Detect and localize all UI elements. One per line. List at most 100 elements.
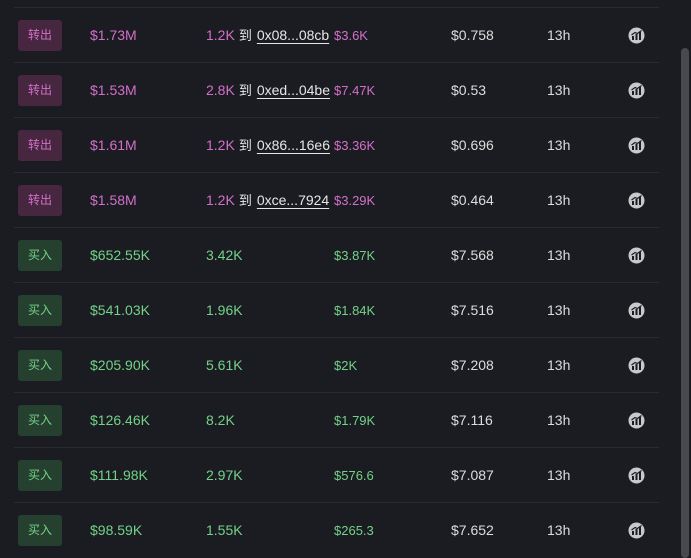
transfer-address-link[interactable]: 0x08...08cb xyxy=(257,27,329,43)
trade-row: 买入 $205.90K 5.61K $2K $7.208 13h xyxy=(14,337,659,392)
trade-amount-cell: 2.8K 到 0xed...04be xyxy=(206,63,330,118)
trade-time: 13h xyxy=(547,522,571,538)
trade-row: 转出 $1.73M 1.2K 到 0x08...08cb $3.6K $0.758 … xyxy=(14,7,659,62)
trade-amount: 1.2K xyxy=(206,27,235,43)
trade-price: $0.53 xyxy=(451,82,487,98)
trades-panel: 转出 $1.73M 1.2K 到 0x08...08cb $3.6K $0.758 … xyxy=(0,0,691,558)
trade-value: $7.47K xyxy=(334,83,376,98)
trade-time: 13h xyxy=(547,137,571,153)
trade-amount: 1.2K xyxy=(206,192,235,208)
transfer-address-link[interactable]: 0x86...16e6 xyxy=(257,137,330,153)
trade-time: 13h xyxy=(547,82,571,98)
trade-price: $0.758 xyxy=(451,27,494,43)
trade-value: $3.6K xyxy=(334,28,368,43)
chart-icon[interactable] xyxy=(628,467,645,484)
chart-icon[interactable] xyxy=(628,522,645,539)
trade-type-badge: 买入 xyxy=(18,350,62,381)
trade-type-badge: 转出 xyxy=(18,130,62,161)
trade-usd-total: $1.73M xyxy=(90,27,137,43)
chart-icon[interactable] xyxy=(628,357,645,374)
trade-row: 转出 $1.61M 1.2K 到 0x86...16e6 $3.36K $0.696… xyxy=(14,117,659,172)
trade-type-badge: 转出 xyxy=(18,75,62,106)
trade-usd-total: $652.55K xyxy=(90,247,150,263)
trade-value: $265.3 xyxy=(334,523,374,538)
transfer-to-label: 到 xyxy=(238,194,252,209)
transfer-address-link[interactable]: 0xed...04be xyxy=(257,82,330,98)
transfer-to-label: 到 xyxy=(238,29,252,44)
trade-amount: 3.42K xyxy=(206,247,243,263)
chart-icon[interactable] xyxy=(628,302,645,319)
trade-time: 13h xyxy=(547,302,571,318)
trade-usd-total: $98.59K xyxy=(90,522,143,538)
trade-row: 买入 $111.98K 2.97K $576.6 $7.087 13h xyxy=(14,447,659,502)
trade-type-badge: 买入 xyxy=(18,295,62,326)
trade-type-badge: 买入 xyxy=(18,240,62,271)
trade-row: 转出 $1.58M 1.2K 到 0xce...7924 $3.29K $0.464… xyxy=(14,172,659,227)
chart-icon[interactable] xyxy=(628,412,645,429)
trade-price: $7.652 xyxy=(451,522,494,538)
trade-amount-cell: 8.2K xyxy=(206,393,235,448)
trade-amount-cell: 2.97K xyxy=(206,448,243,503)
chart-icon[interactable] xyxy=(628,247,645,264)
trade-usd-total: $541.03K xyxy=(90,302,150,318)
trade-value: $2K xyxy=(334,358,358,373)
trade-row: 买入 $98.59K 1.55K $265.3 $7.652 13h xyxy=(14,502,659,557)
trade-value: $1.79K xyxy=(334,413,376,428)
trade-value: $1.84K xyxy=(334,303,376,318)
trade-value: $3.87K xyxy=(334,248,376,263)
chart-icon[interactable] xyxy=(628,27,645,44)
trade-price: $0.464 xyxy=(451,192,494,208)
trade-usd-total: $126.46K xyxy=(90,412,150,428)
trade-price: $7.516 xyxy=(451,302,494,318)
transfer-address-link[interactable]: 0xce...7924 xyxy=(257,192,329,208)
trade-amount: 5.61K xyxy=(206,357,243,373)
trade-usd-total: $1.53M xyxy=(90,82,137,98)
trade-amount: 1.96K xyxy=(206,302,243,318)
trade-price: $0.696 xyxy=(451,137,494,153)
trade-amount-cell: 1.2K 到 0x08...08cb xyxy=(206,8,329,63)
trade-time: 13h xyxy=(547,467,571,483)
trade-amount-cell: 1.55K xyxy=(206,503,243,558)
trade-usd-total: $1.61M xyxy=(90,137,137,153)
trade-usd-total: $1.58M xyxy=(90,192,137,208)
trade-type-badge: 买入 xyxy=(18,460,62,491)
trade-usd-total: $111.98K xyxy=(90,467,148,483)
trade-time: 13h xyxy=(547,27,571,43)
trade-amount: 2.97K xyxy=(206,467,243,483)
trade-type-badge: 买入 xyxy=(18,515,62,546)
chart-icon[interactable] xyxy=(628,137,645,154)
transfer-to-label: 到 xyxy=(238,139,252,154)
trade-value: $3.29K xyxy=(334,193,376,208)
trade-price: $7.116 xyxy=(451,412,493,428)
trade-row: 买入 $652.55K 3.42K $3.87K $7.568 13h xyxy=(14,227,659,282)
trade-type-badge: 转出 xyxy=(18,20,62,51)
trade-amount: 1.2K xyxy=(206,137,235,153)
trade-amount-cell: 1.2K 到 0x86...16e6 xyxy=(206,118,330,173)
trade-usd-total: $205.90K xyxy=(90,357,150,373)
trade-amount-cell: 1.96K xyxy=(206,283,243,338)
trade-amount-cell: 3.42K xyxy=(206,228,243,283)
trade-type-badge: 转出 xyxy=(18,185,62,216)
trade-value: $3.36K xyxy=(334,138,376,153)
trade-row: 买入 $126.46K 8.2K $1.79K $7.116 13h xyxy=(14,392,659,447)
trade-value: $576.6 xyxy=(334,468,374,483)
chart-icon[interactable] xyxy=(628,82,645,99)
trade-price: $7.568 xyxy=(451,247,494,263)
trade-row: 买入 $541.03K 1.96K $1.84K $7.516 13h xyxy=(14,282,659,337)
trade-price: $7.087 xyxy=(451,467,494,483)
trade-time: 13h xyxy=(547,192,571,208)
chart-icon[interactable] xyxy=(628,192,645,209)
trade-list: 转出 $1.73M 1.2K 到 0x08...08cb $3.6K $0.758 … xyxy=(14,7,659,557)
trade-amount-cell: 1.2K 到 0xce...7924 xyxy=(206,173,329,228)
trade-price: $7.208 xyxy=(451,357,494,373)
trade-amount: 2.8K xyxy=(206,82,235,98)
transfer-to-label: 到 xyxy=(238,84,252,99)
trade-time: 13h xyxy=(547,247,571,263)
trade-amount: 8.2K xyxy=(206,412,235,428)
scrollbar[interactable] xyxy=(681,48,689,558)
trade-time: 13h xyxy=(547,412,571,428)
trade-time: 13h xyxy=(547,357,571,373)
trade-amount: 1.55K xyxy=(206,522,243,538)
trade-type-badge: 买入 xyxy=(18,405,62,436)
trade-amount-cell: 5.61K xyxy=(206,338,243,393)
